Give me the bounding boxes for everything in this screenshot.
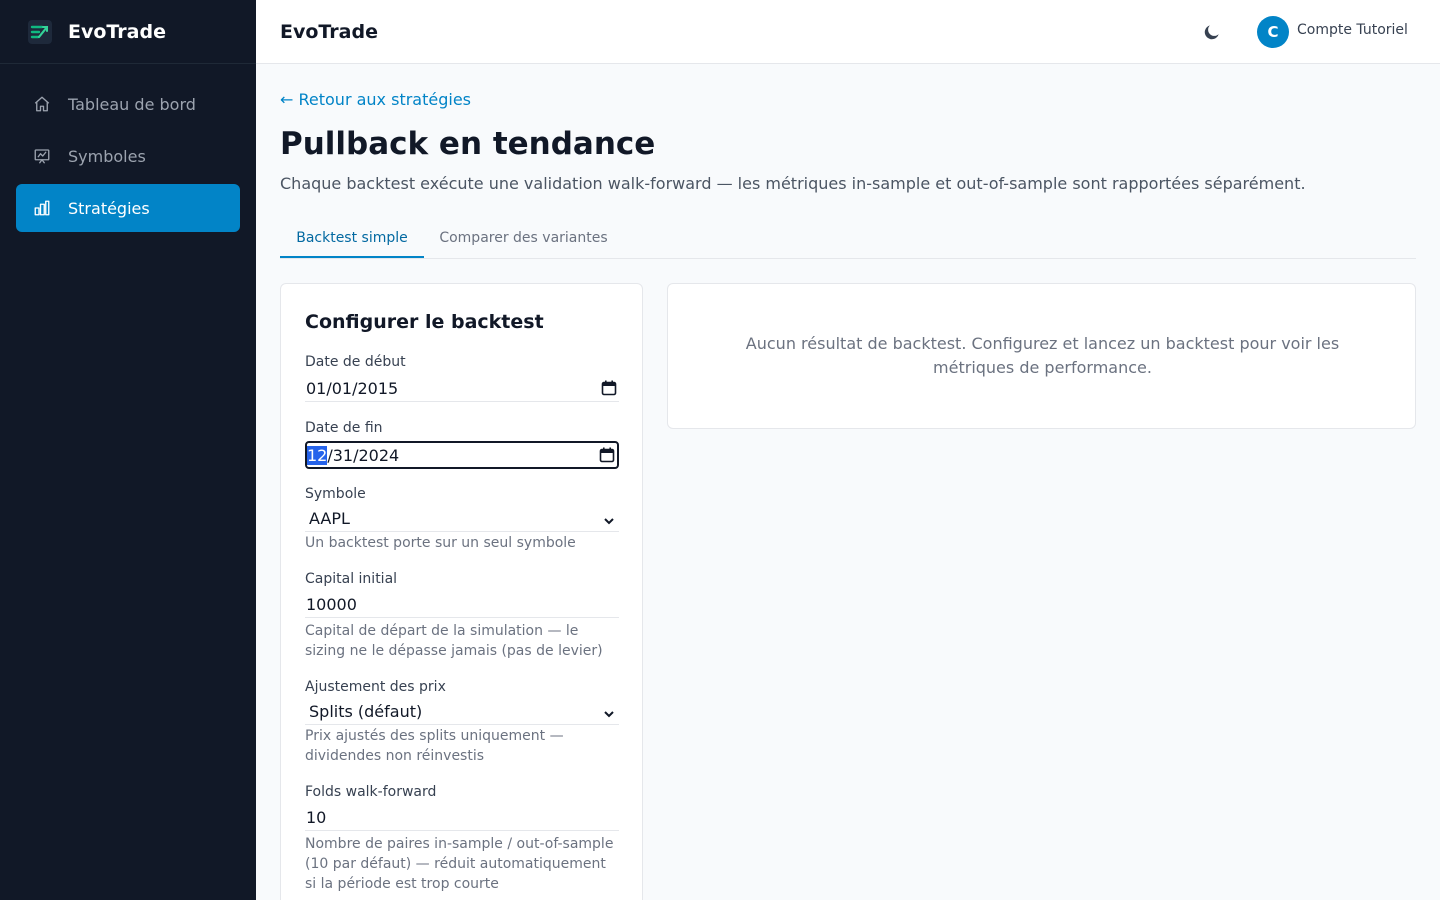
end-date-rest: /31/2024 [327, 445, 400, 465]
bar-chart-icon [32, 198, 52, 218]
end-date-input[interactable]: 12/31/2024 [305, 441, 619, 469]
start-date-input[interactable]: 01/01/2015 [305, 375, 619, 402]
sidebar-item-label: Symboles [68, 146, 146, 166]
chevron-down-icon [603, 705, 615, 718]
brand-name: EvoTrade [68, 20, 166, 43]
symbol-label: Symbole [305, 486, 366, 502]
adjustment-hint: Prix ajustés des splits uniquement — div… [305, 728, 564, 764]
calendar-icon[interactable] [601, 380, 617, 396]
avatar[interactable]: C [1257, 16, 1289, 48]
adjustment-value: Splits (défaut) [309, 701, 423, 721]
folds-hint: Nombre de paires in-sample / out-of-samp… [305, 836, 614, 892]
backtest-config-card: Configurer le backtest Date de début 01/… [280, 283, 643, 900]
end-date-month-selected: 12 [307, 445, 328, 465]
folds-label: Folds walk-forward [305, 784, 437, 800]
sidebar-nav: Tableau de bord Symboles Stratégies [0, 64, 256, 232]
start-date-value: 01/01/2015 [306, 378, 399, 398]
home-icon [32, 94, 52, 114]
sidebar-item-strategies[interactable]: Stratégies [16, 184, 240, 232]
account-name[interactable]: Compte Tutoriel [1297, 22, 1408, 38]
page-title: Pullback en tendance [280, 126, 656, 162]
sidebar-item-symbols[interactable]: Symboles [16, 132, 240, 180]
topbar: EvoTrade C Compte Tutoriel [256, 0, 1440, 64]
sidebar-item-dashboard[interactable]: Tableau de bord [16, 80, 240, 128]
capital-label: Capital initial [305, 571, 398, 587]
tab-single-backtest[interactable]: Backtest simple [280, 222, 424, 258]
backtest-results-card: Aucun résultat de backtest. Configurez e… [667, 283, 1416, 429]
config-heading: Configurer le backtest [305, 311, 544, 333]
symbol-hint: Un backtest porte sur un seul symbole [305, 535, 576, 551]
evotrade-logo-icon [28, 19, 52, 44]
start-date-label: Date de début [305, 354, 406, 370]
capital-hint: Capital de départ de la simulation — le … [305, 623, 603, 659]
price-adjustment-select[interactable]: Splits (défaut) [305, 698, 619, 725]
back-to-strategies-link[interactable]: ← Retour aux stratégies [280, 90, 471, 109]
end-date-label: Date de fin [305, 420, 383, 436]
empty-results-message: Aucun résultat de backtest. Configurez e… [745, 334, 1340, 377]
moon-icon[interactable] [1202, 22, 1222, 42]
symbol-value: AAPL [309, 508, 350, 528]
sidebar-item-label: Tableau de bord [68, 94, 196, 114]
folds-value: 10 [306, 807, 327, 827]
calendar-icon[interactable] [599, 447, 615, 463]
tab-bar: Backtest simple Comparer des variantes [280, 222, 1416, 259]
capital-input[interactable]: 10000 [305, 591, 619, 618]
chevron-down-icon [603, 512, 615, 525]
capital-value: 10000 [306, 594, 357, 614]
symbol-select[interactable]: AAPL [305, 505, 619, 532]
topbar-title: EvoTrade [280, 20, 378, 43]
brand[interactable]: EvoTrade [0, 0, 256, 64]
chart-presentation-icon [32, 146, 52, 166]
folds-input[interactable]: 10 [305, 804, 619, 831]
sidebar-item-label: Stratégies [68, 198, 150, 218]
tab-compare-variants[interactable]: Comparer des variantes [424, 222, 623, 258]
page-subtitle: Chaque backtest exécute une validation w… [280, 174, 1306, 193]
sidebar: EvoTrade Tableau de bord Symboles Straté… [0, 0, 256, 900]
adjustment-label: Ajustement des prix [305, 679, 446, 695]
